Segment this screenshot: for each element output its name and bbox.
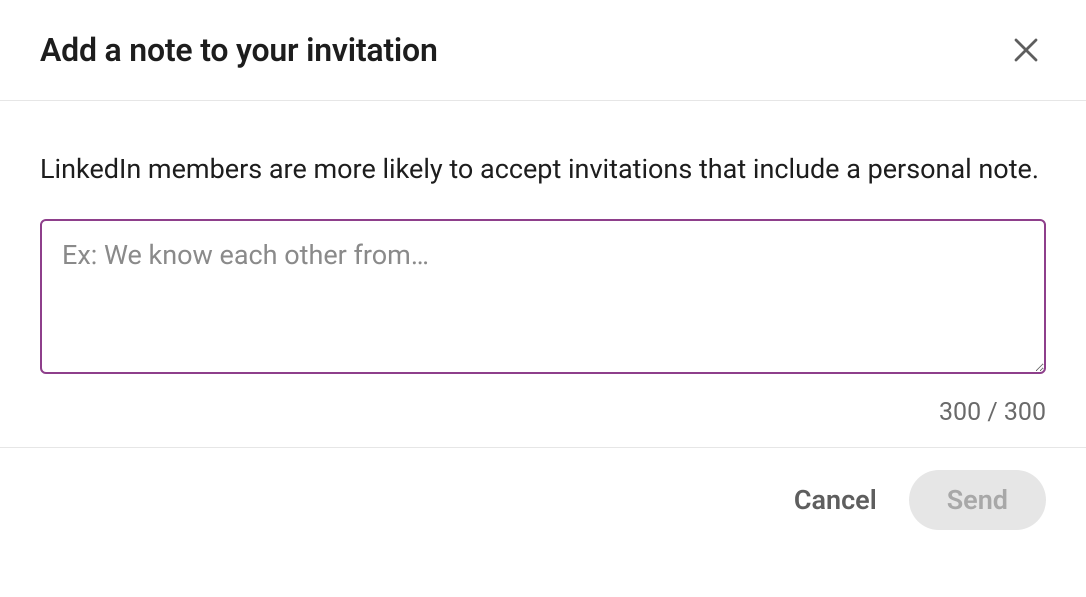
modal-title: Add a note to your invitation [40, 31, 438, 69]
description-text: LinkedIn members are more likely to acce… [40, 149, 1046, 191]
send-button[interactable]: Send [909, 470, 1046, 530]
modal-footer: Cancel Send [0, 447, 1086, 552]
close-button[interactable] [1006, 30, 1046, 70]
add-note-modal: Add a note to your invitation LinkedIn m… [0, 0, 1086, 552]
modal-header: Add a note to your invitation [0, 0, 1086, 101]
modal-body: LinkedIn members are more likely to acce… [0, 101, 1086, 447]
note-textarea[interactable] [40, 219, 1046, 374]
close-icon [1011, 35, 1041, 65]
cancel-button[interactable]: Cancel [794, 484, 877, 516]
char-counter: 300 / 300 [40, 398, 1046, 427]
